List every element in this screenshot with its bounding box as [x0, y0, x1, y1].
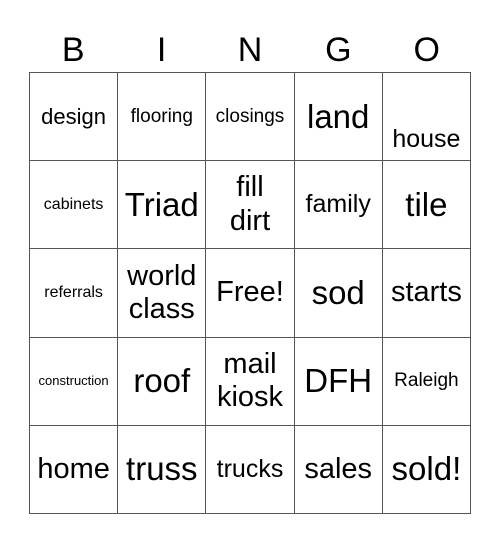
cell-label: tile: [405, 185, 448, 223]
bingo-cell[interactable]: house: [382, 73, 471, 162]
bingo-cell[interactable]: cabinets: [30, 161, 119, 250]
bingo-cell[interactable]: closings: [206, 73, 295, 162]
bingo-cell[interactable]: fill dirt: [206, 161, 295, 250]
cell-label: trucks: [216, 455, 284, 484]
header-letter-i: I: [156, 31, 167, 69]
cell-label: sold!: [391, 450, 462, 488]
bingo-cell[interactable]: roof: [118, 337, 207, 426]
cell-label: truss: [126, 450, 198, 488]
header-letter-b: B: [61, 31, 85, 69]
cell-label: family: [305, 190, 371, 219]
cell-label: sod: [311, 274, 365, 312]
cell-label: fill dirt: [229, 171, 271, 237]
cell-label: roof: [133, 362, 191, 400]
cell-label: sales: [304, 452, 373, 485]
header-letter-g: G: [325, 31, 352, 69]
bingo-cell[interactable]: DFH: [294, 337, 383, 426]
bingo-cell[interactable]: family: [294, 161, 383, 250]
cell-label: Raleigh: [394, 370, 459, 392]
bingo-cell[interactable]: referrals: [30, 249, 119, 338]
bingo-cell[interactable]: tile: [382, 161, 471, 250]
bingo-cell[interactable]: mail kiosk: [206, 337, 295, 426]
bingo-cell[interactable]: trucks: [206, 425, 295, 514]
bingo-cell[interactable]: Raleigh: [382, 337, 471, 426]
bingo-cell[interactable]: construction: [30, 337, 119, 426]
header-letter-n: N: [237, 31, 263, 69]
bingo-cell[interactable]: sod: [294, 249, 383, 338]
bingo-cell[interactable]: sales: [294, 425, 383, 514]
cell-label: referrals: [44, 283, 103, 301]
bingo-cell[interactable]: flooring: [118, 73, 207, 162]
bingo-card-grid: design flooring closings land house cabi…: [29, 72, 471, 514]
cell-label: design: [41, 103, 107, 129]
header-letter-o: O: [413, 31, 440, 69]
cell-label: land: [307, 97, 370, 135]
bingo-cell[interactable]: sold!: [382, 425, 471, 514]
cell-label: home: [37, 452, 110, 485]
cell-label: construction: [38, 372, 109, 388]
cell-label: closings: [215, 105, 285, 127]
cell-label: house: [392, 125, 461, 154]
bingo-cell[interactable]: design: [30, 73, 119, 162]
cell-label: Triad: [124, 185, 199, 223]
cell-label: cabinets: [43, 195, 104, 213]
bingo-cell[interactable]: world class: [118, 249, 207, 338]
cell-label: mail kiosk: [216, 347, 284, 414]
cell-label: Free!: [216, 276, 284, 309]
bingo-header: B I N G O: [29, 28, 471, 72]
bingo-cell[interactable]: starts: [382, 249, 471, 338]
cell-label: starts: [390, 276, 462, 309]
cell-label: flooring: [130, 105, 193, 127]
bingo-cell[interactable]: land: [294, 73, 383, 162]
bingo-cell[interactable]: Triad: [118, 161, 207, 250]
cell-label: DFH: [304, 362, 373, 400]
free-space-cell[interactable]: Free!: [206, 249, 295, 338]
bingo-cell[interactable]: truss: [118, 425, 207, 514]
cell-label: world class: [127, 259, 197, 325]
bingo-cell[interactable]: home: [30, 425, 119, 514]
